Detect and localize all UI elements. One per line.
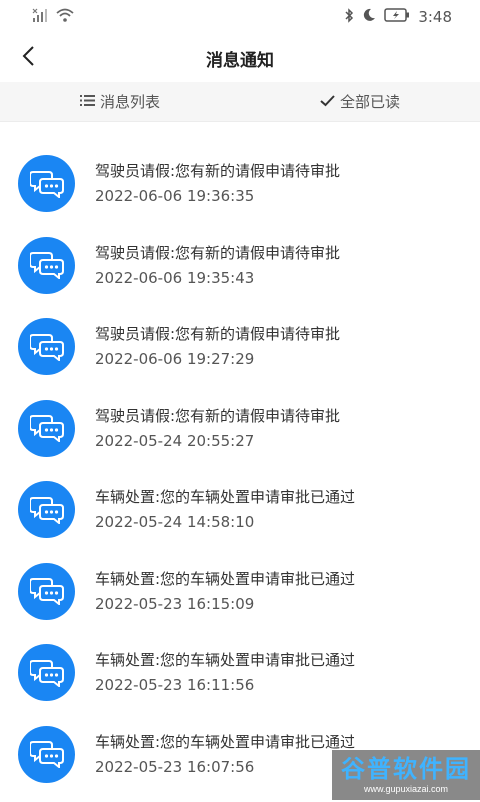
notification-item[interactable]: 驾驶员请假:您有新的请假申请待审批 2022-05-24 20:55:27 — [0, 395, 480, 477]
chat-bubbles-icon — [18, 726, 75, 783]
notification-message: 车辆处置:您的车辆处置申请审批已通过 — [95, 649, 355, 671]
bluetooth-icon — [344, 8, 354, 27]
notification-item[interactable]: 车辆处置:您的车辆处置申请审批已通过 2022-05-24 14:58:10 — [0, 476, 480, 558]
notification-time: 2022-05-23 16:07:56 — [95, 756, 355, 778]
notification-list: 驾驶员请假:您有新的请假申请待审批2022-06-06 19:36:35驾驶员请… — [0, 150, 480, 802]
chat-bubbles-icon — [18, 155, 75, 212]
status-bar: 3:48 — [0, 0, 480, 34]
page-title: 消息通知 — [206, 46, 274, 71]
notification-time: 2022-05-24 14:58:10 — [95, 511, 355, 533]
notification-item[interactable]: 驾驶员请假:您有新的请假申请待审批 2022-06-06 19:36:35 — [0, 150, 480, 232]
notification-message: 车辆处置:您的车辆处置申请审批已通过 — [95, 731, 355, 753]
mark-all-read-label: 全部已读 — [340, 91, 400, 112]
chat-bubbles-icon — [18, 400, 75, 457]
chat-bubbles-icon — [18, 644, 75, 701]
notification-time: 2022-06-06 19:36:35 — [95, 185, 340, 207]
message-list-label: 消息列表 — [100, 91, 160, 112]
message-list-button[interactable]: 消息列表 — [0, 91, 240, 112]
notification-message: 驾驶员请假:您有新的请假申请待审批 — [95, 323, 340, 345]
notification-message: 驾驶员请假:您有新的请假申请待审批 — [95, 242, 340, 264]
notification-time: 2022-05-23 16:11:56 — [95, 674, 355, 696]
notification-item[interactable]: 驾驶员请假:您有新的请假申请待审批 2022-06-06 19:27:29 — [0, 313, 480, 395]
chat-bubbles-icon — [18, 563, 75, 620]
notification-time: 2022-06-06 19:27:29 — [95, 348, 340, 370]
watermark-title: 谷普软件园 — [341, 755, 471, 783]
check-icon — [320, 93, 335, 111]
wifi-icon — [56, 8, 74, 26]
back-button[interactable] — [12, 42, 44, 74]
notification-message: 驾驶员请假:您有新的请假申请待审批 — [95, 405, 340, 427]
notification-time: 2022-05-24 20:55:27 — [95, 430, 340, 452]
signal-icon — [32, 8, 48, 26]
chevron-left-icon — [21, 45, 35, 71]
watermark: 谷普软件园 www.gupuxiazai.com — [332, 750, 480, 800]
battery-icon — [384, 8, 410, 26]
status-time: 3:48 — [418, 8, 452, 26]
notification-message: 驾驶员请假:您有新的请假申请待审批 — [95, 160, 340, 182]
notification-message: 车辆处置:您的车辆处置申请审批已通过 — [95, 568, 355, 590]
header: 消息通知 — [0, 34, 480, 82]
notification-time: 2022-05-23 16:15:09 — [95, 593, 355, 615]
list-icon — [80, 93, 95, 111]
notification-message: 车辆处置:您的车辆处置申请审批已通过 — [95, 486, 355, 508]
moon-icon — [362, 8, 376, 26]
chat-bubbles-icon — [18, 237, 75, 294]
toolbar: 消息列表 全部已读 — [0, 82, 480, 122]
mark-all-read-button[interactable]: 全部已读 — [240, 91, 480, 112]
watermark-url: www.gupuxiazai.com — [364, 783, 448, 795]
notification-item[interactable]: 车辆处置:您的车辆处置申请审批已通过 2022-05-23 16:11:56 — [0, 639, 480, 721]
notification-time: 2022-06-06 19:35:43 — [95, 267, 340, 289]
chat-bubbles-icon — [18, 481, 75, 538]
notification-item[interactable]: 驾驶员请假:您有新的请假申请待审批 2022-06-06 19:35:43 — [0, 232, 480, 314]
notification-item[interactable]: 车辆处置:您的车辆处置申请审批已通过 2022-05-23 16:15:09 — [0, 558, 480, 640]
chat-bubbles-icon — [18, 318, 75, 375]
